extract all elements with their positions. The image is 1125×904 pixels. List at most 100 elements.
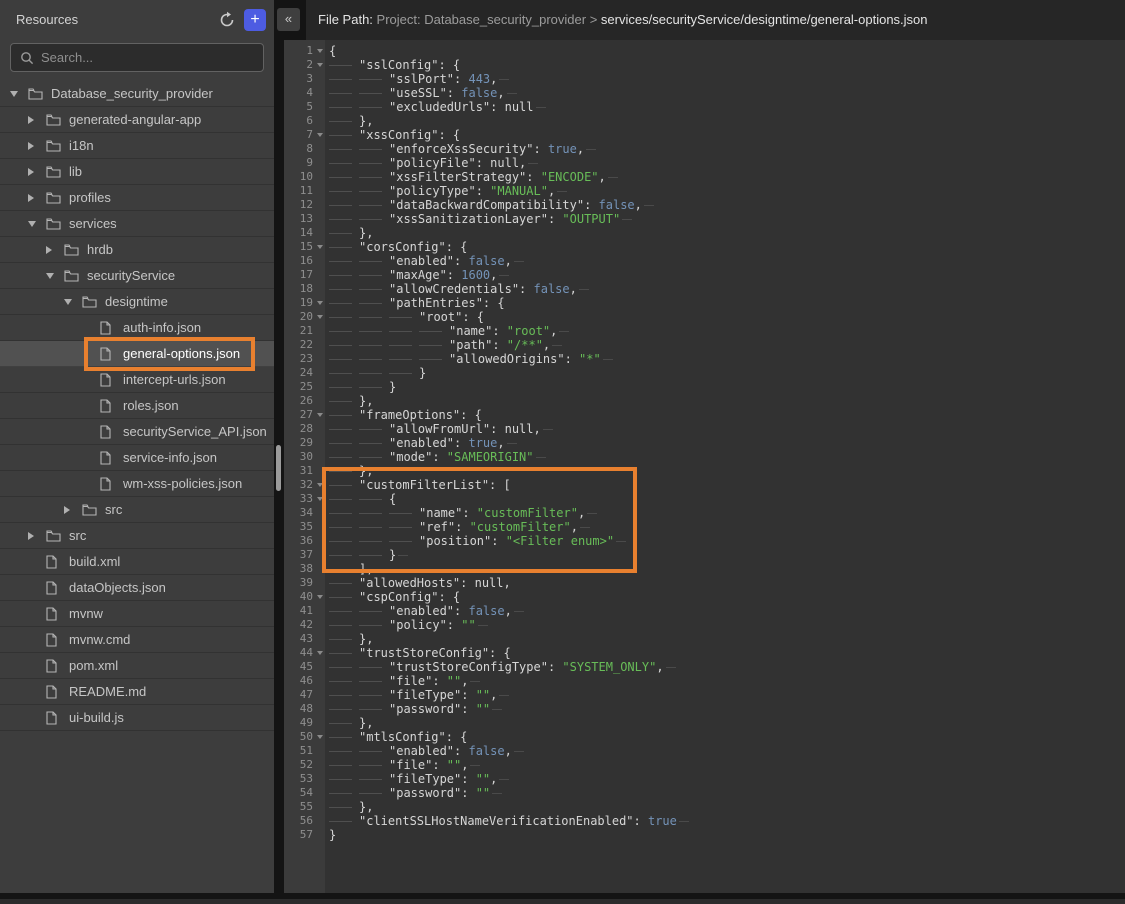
tree-row-services[interactable]: services <box>0 211 274 237</box>
tree-row-wm-xss-policies.json[interactable]: wm-xss-policies.json <box>0 471 274 497</box>
chevrons-left-icon: « <box>285 11 292 26</box>
code-line: 4"useSSL": false, <box>284 86 1125 100</box>
tree-row-mvnw[interactable]: mvnw <box>0 601 274 627</box>
tree-item-label: src <box>69 528 86 543</box>
fold-arrow-icon[interactable] <box>317 483 323 487</box>
tree-row-roles.json[interactable]: roles.json <box>0 393 274 419</box>
tree-row-designtime[interactable]: designtime <box>0 289 274 315</box>
gutter-line-number: 24 <box>284 366 325 380</box>
plus-icon: + <box>250 11 259 28</box>
tree-row-intercept-urls.json[interactable]: intercept-urls.json <box>0 367 274 393</box>
gutter-line-number: 46 <box>284 674 325 688</box>
file-icon <box>100 451 116 465</box>
code-line: 31}, <box>284 464 1125 478</box>
search-input[interactable] <box>34 50 263 65</box>
filepath-bar: File Path: Project: Database_security_pr… <box>306 0 1125 40</box>
gutter-line-number: 27 <box>284 408 325 422</box>
collapse-panel-button[interactable]: « <box>277 8 300 31</box>
code-line: 30"mode": "SAMEORIGIN" <box>284 450 1125 464</box>
chevron-down-icon[interactable] <box>10 91 18 97</box>
code-line: 13"xssSanitizationLayer": "OUTPUT" <box>284 212 1125 226</box>
code-line: 21"name": "root", <box>284 324 1125 338</box>
tree-item-label: pom.xml <box>69 658 118 673</box>
file-icon <box>100 399 116 413</box>
tree-row-pom.xml[interactable]: pom.xml <box>0 653 274 679</box>
sidebar-scrollbar-thumb[interactable] <box>276 445 281 491</box>
code-line: 25} <box>284 380 1125 394</box>
chevron-right-icon[interactable] <box>64 506 70 514</box>
gutter-line-number: 33 <box>284 492 325 506</box>
search-box <box>10 43 264 72</box>
tree-row-generated-angular-app[interactable]: generated-angular-app <box>0 107 274 133</box>
fold-arrow-icon[interactable] <box>317 315 323 319</box>
tree-row-securityservice-api.json[interactable]: securityService_API.json <box>0 419 274 445</box>
gutter-line-number: 4 <box>284 86 325 100</box>
chevron-right-icon[interactable] <box>28 168 34 176</box>
fold-arrow-icon[interactable] <box>317 735 323 739</box>
tree-row-ui-build.js[interactable]: ui-build.js <box>0 705 274 731</box>
tree-item-label: generated-angular-app <box>69 112 201 127</box>
gutter-line-number: 28 <box>284 422 325 436</box>
code-line: 18"allowCredentials": false, <box>284 282 1125 296</box>
code-line: 16"enabled": false, <box>284 254 1125 268</box>
folder-icon <box>46 166 62 178</box>
chevron-down-icon[interactable] <box>46 273 54 279</box>
tree-row-src[interactable]: src <box>0 497 274 523</box>
tree-row-build.xml[interactable]: build.xml <box>0 549 274 575</box>
code-line: 42"policy": "" <box>284 618 1125 632</box>
chevron-right-icon[interactable] <box>28 194 34 202</box>
gutter-line-number: 29 <box>284 436 325 450</box>
gutter-line-number: 20 <box>284 310 325 324</box>
fold-arrow-icon[interactable] <box>317 413 323 417</box>
tree-item-label: general-options.json <box>123 346 240 361</box>
fold-arrow-icon[interactable] <box>317 301 323 305</box>
tree-row-securityservice[interactable]: securityService <box>0 263 274 289</box>
fold-arrow-icon[interactable] <box>317 49 323 53</box>
code-line: 34"name": "customFilter", <box>284 506 1125 520</box>
refresh-button[interactable] <box>218 11 236 29</box>
folder-icon <box>64 270 80 282</box>
tree-row-lib[interactable]: lib <box>0 159 274 185</box>
code-editor[interactable]: 1{2"sslConfig": {3"sslPort": 443,4"useSS… <box>284 40 1125 893</box>
code-lines: 1{2"sslConfig": {3"sslPort": 443,4"useSS… <box>284 44 1125 842</box>
code-line: 35"ref": "customFilter", <box>284 520 1125 534</box>
code-line: 54"password": "" <box>284 786 1125 800</box>
code-line: 55}, <box>284 800 1125 814</box>
tree-row-dataobjects.json[interactable]: dataObjects.json <box>0 575 274 601</box>
chevron-right-icon[interactable] <box>28 116 34 124</box>
chevron-down-icon[interactable] <box>28 221 36 227</box>
file-icon <box>46 659 62 673</box>
tree-row-database-security-provider[interactable]: Database_security_provider <box>0 81 274 107</box>
tree-row-profiles[interactable]: profiles <box>0 185 274 211</box>
fold-arrow-icon[interactable] <box>317 133 323 137</box>
gutter-line-number: 6 <box>284 114 325 128</box>
chevron-down-icon[interactable] <box>64 299 72 305</box>
tree-row-auth-info.json[interactable]: auth-info.json <box>0 315 274 341</box>
file-icon <box>46 581 62 595</box>
tree-item-label: securityService_API.json <box>123 424 267 439</box>
chevron-right-icon[interactable] <box>28 142 34 150</box>
gutter-line-number: 52 <box>284 758 325 772</box>
tree-row-src[interactable]: src <box>0 523 274 549</box>
tree-row-general-options.json[interactable]: general-options.json <box>0 341 274 367</box>
tree-item-label: hrdb <box>87 242 113 257</box>
code-line: 37} <box>284 548 1125 562</box>
chevron-right-icon[interactable] <box>28 532 34 540</box>
chevron-right-icon[interactable] <box>46 246 52 254</box>
tree-row-hrdb[interactable]: hrdb <box>0 237 274 263</box>
gutter-line-number: 8 <box>284 142 325 156</box>
tree-row-i18n[interactable]: i18n <box>0 133 274 159</box>
fold-arrow-icon[interactable] <box>317 497 323 501</box>
fold-arrow-icon[interactable] <box>317 245 323 249</box>
code-line: 45"trustStoreConfigType": "SYSTEM_ONLY", <box>284 660 1125 674</box>
fold-arrow-icon[interactable] <box>317 651 323 655</box>
code-line: 11"policyType": "MANUAL", <box>284 184 1125 198</box>
fold-arrow-icon[interactable] <box>317 595 323 599</box>
add-resource-button[interactable]: + <box>244 9 266 31</box>
tree-row-readme.md[interactable]: README.md <box>0 679 274 705</box>
tree-row-mvnw.cmd[interactable]: mvnw.cmd <box>0 627 274 653</box>
gutter-line-number: 2 <box>284 58 325 72</box>
fold-arrow-icon[interactable] <box>317 63 323 67</box>
tree-row-service-info.json[interactable]: service-info.json <box>0 445 274 471</box>
gutter-line-number: 13 <box>284 212 325 226</box>
